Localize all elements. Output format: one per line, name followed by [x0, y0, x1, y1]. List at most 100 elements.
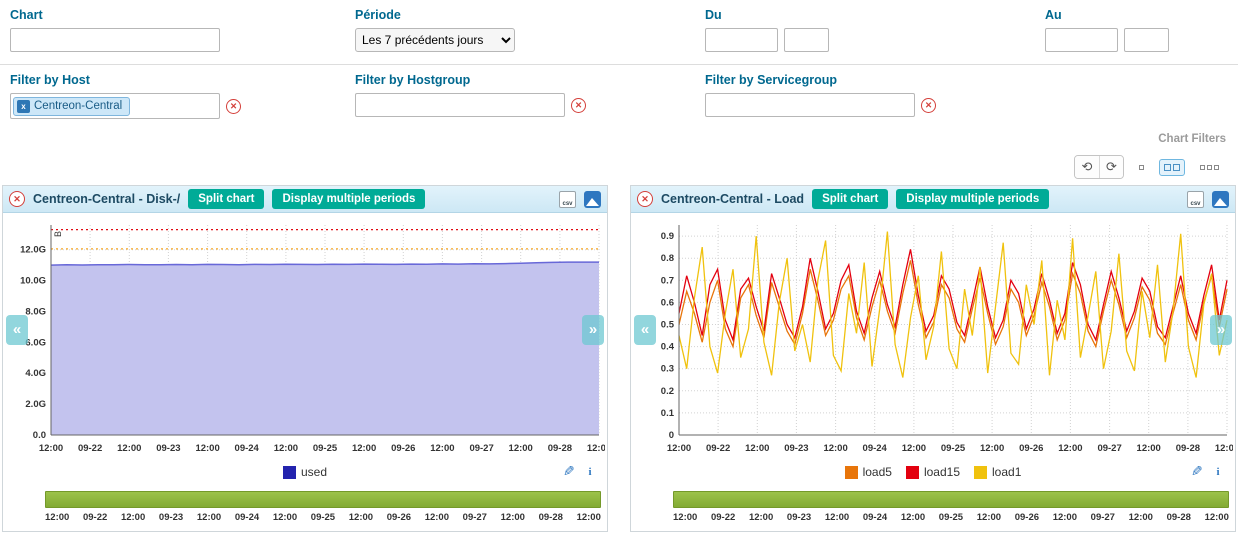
svg-text:12.0G: 12.0G [20, 245, 46, 256]
to-time-input[interactable] [1124, 28, 1169, 52]
servicegroup-filter-clear-icon[interactable]: ✕ [921, 98, 936, 113]
panel-disk-header: ✕ Centreon-Central - Disk-/ Split chart … [3, 186, 607, 213]
svg-text:0.4: 0.4 [661, 342, 675, 353]
svg-text:09-27: 09-27 [469, 443, 493, 454]
host-filter-bar: Filter by Host x Centreon-Central ✕ Filt… [0, 65, 1238, 123]
host-tag-chip: x Centreon-Central [13, 97, 130, 116]
timeline-tick-label: 12:00 [1205, 512, 1229, 523]
timeline-tick-label: 09-24 [235, 512, 259, 523]
csv-export-icon[interactable]: csv [559, 191, 576, 208]
svg-text:12:00: 12:00 [1137, 443, 1161, 454]
refresh-icon[interactable]: ⟳ [1099, 156, 1123, 178]
layout-single-column-icon[interactable] [1134, 160, 1149, 175]
svg-text:09-26: 09-26 [1019, 443, 1043, 454]
split-chart-button[interactable]: Split chart [188, 189, 264, 209]
chart-pan-left-button[interactable]: « [634, 315, 656, 345]
from-date-input[interactable] [705, 28, 778, 52]
svg-text:09-24: 09-24 [863, 443, 888, 454]
timeline-tick-label: 09-25 [939, 512, 963, 523]
legend-item-load15[interactable]: load15 [906, 465, 960, 479]
panel-disk: ✕ Centreon-Central - Disk-/ Split chart … [2, 185, 608, 532]
chart-disk-legend: used ✎ i [3, 459, 607, 485]
servicegroup-filter-input[interactable] [705, 93, 915, 117]
info-icon[interactable]: i [583, 465, 597, 479]
filter-by-host-label: Filter by Host [10, 73, 355, 87]
svg-text:09-28: 09-28 [1176, 443, 1200, 454]
panel-load: ✕ Centreon-Central - Load Split chart Di… [630, 185, 1236, 532]
csv-export-icon[interactable]: csv [1187, 191, 1204, 208]
panel-load-close-icon[interactable]: ✕ [637, 191, 653, 207]
layout-two-columns-icon[interactable] [1159, 159, 1185, 176]
legend-label: load15 [924, 465, 960, 479]
host-tag-remove-icon[interactable]: x [17, 100, 30, 113]
svg-text:4.0G: 4.0G [25, 368, 46, 379]
timeline-tick-label: 12:00 [273, 512, 297, 523]
hostgroup-filter-input[interactable] [355, 93, 565, 117]
panel-disk-close-icon[interactable]: ✕ [9, 191, 25, 207]
hostgroup-filter-clear-icon[interactable]: ✕ [571, 98, 586, 113]
chart-panels: ✕ Centreon-Central - Disk-/ Split chart … [0, 185, 1238, 532]
timeline-range-selector[interactable] [673, 491, 1229, 508]
timeline-labels: 12:0009-2212:0009-2312:0009-2412:0009-25… [673, 512, 1229, 523]
svg-text:12:00: 12:00 [587, 443, 605, 454]
svg-text:0.8: 0.8 [661, 253, 674, 264]
load-chart[interactable]: 00.10.20.30.40.50.60.70.80.912:0009-2212… [633, 217, 1233, 457]
host-tag-label: Centreon-Central [34, 100, 122, 112]
svg-text:12:00: 12:00 [509, 443, 533, 454]
timeline-tick-label: 12:00 [501, 512, 525, 523]
svg-text:09-23: 09-23 [156, 443, 180, 454]
svg-text:12:00: 12:00 [430, 443, 454, 454]
timeline-tick-label: 12:00 [749, 512, 773, 523]
timeline-tick-label: 09-23 [787, 512, 811, 523]
svg-text:12:00: 12:00 [902, 443, 926, 454]
refresh-group: ⟲ ⟳ [1074, 155, 1124, 179]
timeline-tick-label: 12:00 [577, 512, 601, 523]
period-select[interactable]: Les 7 précédents jours [355, 28, 515, 52]
svg-text:0.1: 0.1 [661, 408, 675, 419]
timeline-tick-label: 09-26 [387, 512, 411, 523]
display-multiple-periods-button[interactable]: Display multiple periods [272, 189, 425, 209]
legend-swatch [845, 466, 858, 479]
auto-refresh-icon[interactable]: ⟲ [1075, 156, 1099, 178]
timeline-tick-label: 09-22 [83, 512, 107, 523]
image-export-icon[interactable] [1212, 191, 1229, 208]
chart-disk-timeline: 12:0009-2212:0009-2312:0009-2412:0009-25… [45, 491, 601, 523]
svg-text:12:00: 12:00 [352, 443, 376, 454]
legend-item-load1[interactable]: load1 [974, 465, 1021, 479]
svg-text:12:00: 12:00 [980, 443, 1004, 454]
view-toolbar: ⟲ ⟳ [0, 147, 1238, 185]
info-icon[interactable]: i [1211, 465, 1225, 479]
from-time-input[interactable] [784, 28, 829, 52]
host-filter-clear-icon[interactable]: ✕ [226, 99, 241, 114]
period-label: Période [355, 8, 705, 22]
host-filter-input[interactable]: x Centreon-Central [10, 93, 220, 119]
timeline-tick-label: 09-26 [1015, 512, 1039, 523]
svg-text:8.0G: 8.0G [25, 307, 46, 318]
legend-swatch [974, 466, 987, 479]
svg-text:09-22: 09-22 [78, 443, 102, 454]
svg-text:12:00: 12:00 [1058, 443, 1082, 454]
legend-item-load5[interactable]: load5 [845, 465, 892, 479]
chart-pan-left-button[interactable]: « [6, 315, 28, 345]
chart-filter-label: Chart [10, 8, 355, 22]
legend-item-used[interactable]: used [283, 465, 327, 479]
split-chart-button[interactable]: Split chart [812, 189, 888, 209]
image-export-icon[interactable] [584, 191, 601, 208]
svg-text:B: B [53, 231, 63, 237]
svg-text:09-28: 09-28 [548, 443, 572, 454]
timeline-tick-label: 09-28 [1167, 512, 1191, 523]
chart-filter-input[interactable] [10, 28, 220, 52]
timeline-range-selector[interactable] [45, 491, 601, 508]
filter-by-hostgroup-label: Filter by Hostgroup [355, 73, 705, 87]
display-multiple-periods-button[interactable]: Display multiple periods [896, 189, 1049, 209]
layout-three-columns-icon[interactable] [1195, 160, 1224, 175]
chart-pan-right-button[interactable]: » [1210, 315, 1232, 345]
svg-text:09-26: 09-26 [391, 443, 415, 454]
edit-icon[interactable]: ✎ [563, 463, 575, 480]
timeline-tick-label: 12:00 [425, 512, 449, 523]
chart-pan-right-button[interactable]: » [582, 315, 604, 345]
edit-icon[interactable]: ✎ [1191, 463, 1203, 480]
disk-usage-chart[interactable]: 0.02.0G4.0G6.0G8.0G10.0G12.0G12:0009-221… [5, 217, 605, 457]
svg-text:0.7: 0.7 [661, 275, 674, 286]
to-date-input[interactable] [1045, 28, 1118, 52]
